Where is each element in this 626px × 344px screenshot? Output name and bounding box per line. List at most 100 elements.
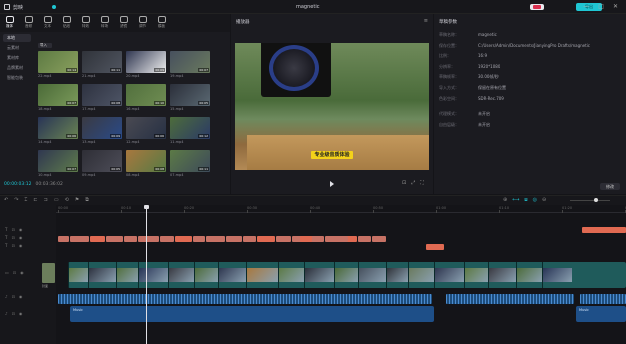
tool-transition[interactable]: 转场 bbox=[95, 14, 114, 32]
subtitle-segment[interactable] bbox=[106, 236, 123, 242]
sidebar-item[interactable]: 智能包装 bbox=[3, 74, 31, 82]
subtitle-segment[interactable] bbox=[226, 236, 242, 242]
video-preview[interactable]: 专业级音质体验 bbox=[235, 43, 429, 170]
timeline-tool-icon[interactable]: ▭ bbox=[54, 197, 59, 203]
timeline-option-icon[interactable]: ⧈ bbox=[524, 197, 527, 203]
clip-thumbnail[interactable]: 00:06 bbox=[38, 117, 78, 139]
lock-icon[interactable]: ⊡ bbox=[11, 235, 14, 240]
visibility-icon[interactable]: ◉ bbox=[19, 294, 23, 299]
clip-thumbnail[interactable]: 00:05 bbox=[82, 150, 122, 172]
visibility-icon[interactable]: ◉ bbox=[19, 235, 23, 240]
fullscreen-icon[interactable]: ⛶ bbox=[420, 180, 424, 186]
timeline-option-icon[interactable]: ⊖ bbox=[542, 197, 546, 203]
music-track[interactable]: Music bbox=[70, 306, 434, 322]
subtitle-segment[interactable] bbox=[70, 236, 89, 242]
media-clip[interactable]: 00:14 22.mp4 bbox=[38, 51, 78, 78]
subtitle-segment[interactable] bbox=[330, 236, 348, 242]
timeline-tool-icon[interactable]: ↶ bbox=[4, 197, 8, 203]
playhead-handle[interactable] bbox=[144, 205, 149, 209]
zoom-slider-handle[interactable] bbox=[594, 198, 598, 202]
timeline-tool-icon[interactable]: ⊐ bbox=[44, 197, 48, 203]
media-clip[interactable]: 00:10 16.mp4 bbox=[126, 84, 166, 111]
clip-thumbnail[interactable]: 00:06 bbox=[126, 117, 166, 139]
sidebar-item[interactable]: 本地 bbox=[3, 34, 31, 42]
video-clip[interactable] bbox=[116, 262, 138, 288]
media-clip[interactable]: 00:07 19.mp4 bbox=[170, 51, 210, 78]
visibility-icon[interactable]: ◉ bbox=[19, 243, 23, 248]
audio-track[interactable] bbox=[446, 294, 574, 304]
cover-thumbnail[interactable] bbox=[42, 263, 55, 283]
video-clip[interactable] bbox=[194, 262, 218, 288]
subtitle-segment[interactable] bbox=[206, 236, 225, 242]
modify-button[interactable]: 修改 bbox=[600, 183, 620, 190]
subtitle-segment[interactable] bbox=[372, 236, 386, 242]
media-clip[interactable]: 00:11 07.mp4 bbox=[170, 150, 210, 177]
subtitle-segment[interactable] bbox=[90, 236, 105, 242]
video-clip[interactable] bbox=[358, 262, 386, 288]
video-clip[interactable] bbox=[464, 262, 488, 288]
tool-template[interactable]: 模板 bbox=[152, 14, 171, 32]
timeline-ruler[interactable]: 00:00 00:10 00:20 00:30 00:40 00:50 01:00 01:10… bbox=[56, 205, 626, 213]
subtitle-segment[interactable] bbox=[124, 236, 137, 242]
timeline-option-icon[interactable]: ⊕ bbox=[503, 197, 507, 203]
video-clip[interactable] bbox=[68, 262, 88, 288]
pro-badge-icon[interactable] bbox=[530, 4, 544, 10]
zoom-slider[interactable] bbox=[570, 200, 610, 201]
video-clip[interactable] bbox=[386, 262, 408, 288]
video-clip[interactable] bbox=[542, 262, 572, 288]
clip-thumbnail[interactable]: 00:12 bbox=[170, 117, 210, 139]
video-clip[interactable] bbox=[138, 262, 168, 288]
fit-icon[interactable]: ⤢ bbox=[411, 180, 415, 186]
subtitle-segment[interactable] bbox=[138, 236, 159, 242]
subtitle-segment[interactable] bbox=[58, 236, 69, 242]
timeline-tool-icon[interactable]: ⟲ bbox=[65, 197, 69, 203]
media-clip[interactable]: 00:09 20.mp4 bbox=[126, 51, 166, 78]
video-clip[interactable] bbox=[304, 262, 334, 288]
subtitle-segment[interactable] bbox=[426, 244, 444, 250]
video-clip[interactable] bbox=[434, 262, 464, 288]
tool-adjust[interactable]: 调节 bbox=[133, 14, 152, 32]
lock-icon[interactable]: ⊡ bbox=[11, 227, 14, 232]
media-clip[interactable]: 00:07 10.mp4 bbox=[38, 150, 78, 177]
subtitle-segment[interactable] bbox=[358, 236, 371, 242]
tool-filter[interactable]: 滤镜 bbox=[114, 14, 133, 32]
media-clip[interactable]: 00:08 17.mp4 bbox=[82, 84, 122, 111]
ratio-icon[interactable]: ⊡ bbox=[402, 180, 406, 186]
video-clip[interactable] bbox=[334, 262, 358, 288]
subtitle-segment[interactable] bbox=[243, 236, 256, 242]
clip-thumbnail[interactable]: 00:05 bbox=[170, 84, 210, 106]
timeline-tool-icon[interactable]: ↷ bbox=[14, 197, 18, 203]
video-clip[interactable] bbox=[88, 262, 116, 288]
subtitle-segment[interactable] bbox=[582, 227, 626, 233]
timeline-tool-icon[interactable]: ⊏ bbox=[33, 197, 37, 203]
tool-text[interactable]: 文本 bbox=[38, 14, 57, 32]
clip-thumbnail[interactable]: 00:07 bbox=[38, 150, 78, 172]
media-clip[interactable]: 00:09 13.mp4 bbox=[82, 117, 122, 144]
subtitle-segment[interactable] bbox=[175, 236, 192, 242]
subtitle-segment[interactable] bbox=[257, 236, 275, 242]
sidebar-item[interactable]: 品牌素材 bbox=[3, 64, 31, 72]
audio-track[interactable] bbox=[58, 294, 432, 304]
audio-track[interactable] bbox=[580, 294, 626, 304]
sidebar-item[interactable]: 素材库 bbox=[3, 54, 31, 62]
media-clip[interactable]: 00:06 14.mp4 bbox=[38, 117, 78, 144]
subtitle-segment[interactable] bbox=[276, 236, 291, 242]
minimize-icon[interactable]: — bbox=[583, 3, 589, 10]
subtitle-segment[interactable] bbox=[160, 236, 174, 242]
lock-icon[interactable]: ⊡ bbox=[12, 311, 15, 316]
video-clip[interactable] bbox=[278, 262, 304, 288]
timeline-tool-icon[interactable]: ⧉ bbox=[85, 197, 89, 203]
visibility-icon[interactable]: ◉ bbox=[19, 311, 23, 316]
video-clip[interactable] bbox=[488, 262, 516, 288]
media-clip[interactable]: 00:12 11.mp4 bbox=[170, 117, 210, 144]
lock-icon[interactable]: ⊡ bbox=[11, 243, 14, 248]
media-clip[interactable]: 00:05 15.mp4 bbox=[170, 84, 210, 111]
lock-icon[interactable]: ⊡ bbox=[12, 294, 15, 299]
clip-thumbnail[interactable]: 00:09 bbox=[126, 51, 166, 73]
sidebar-item[interactable]: 云素材 bbox=[3, 44, 31, 52]
music-track[interactable]: Music bbox=[576, 306, 626, 322]
clip-thumbnail[interactable]: 00:11 bbox=[170, 150, 210, 172]
maximize-icon[interactable]: □ bbox=[598, 3, 604, 10]
video-clip[interactable] bbox=[168, 262, 194, 288]
clip-thumbnail[interactable]: 00:07 bbox=[38, 84, 78, 106]
